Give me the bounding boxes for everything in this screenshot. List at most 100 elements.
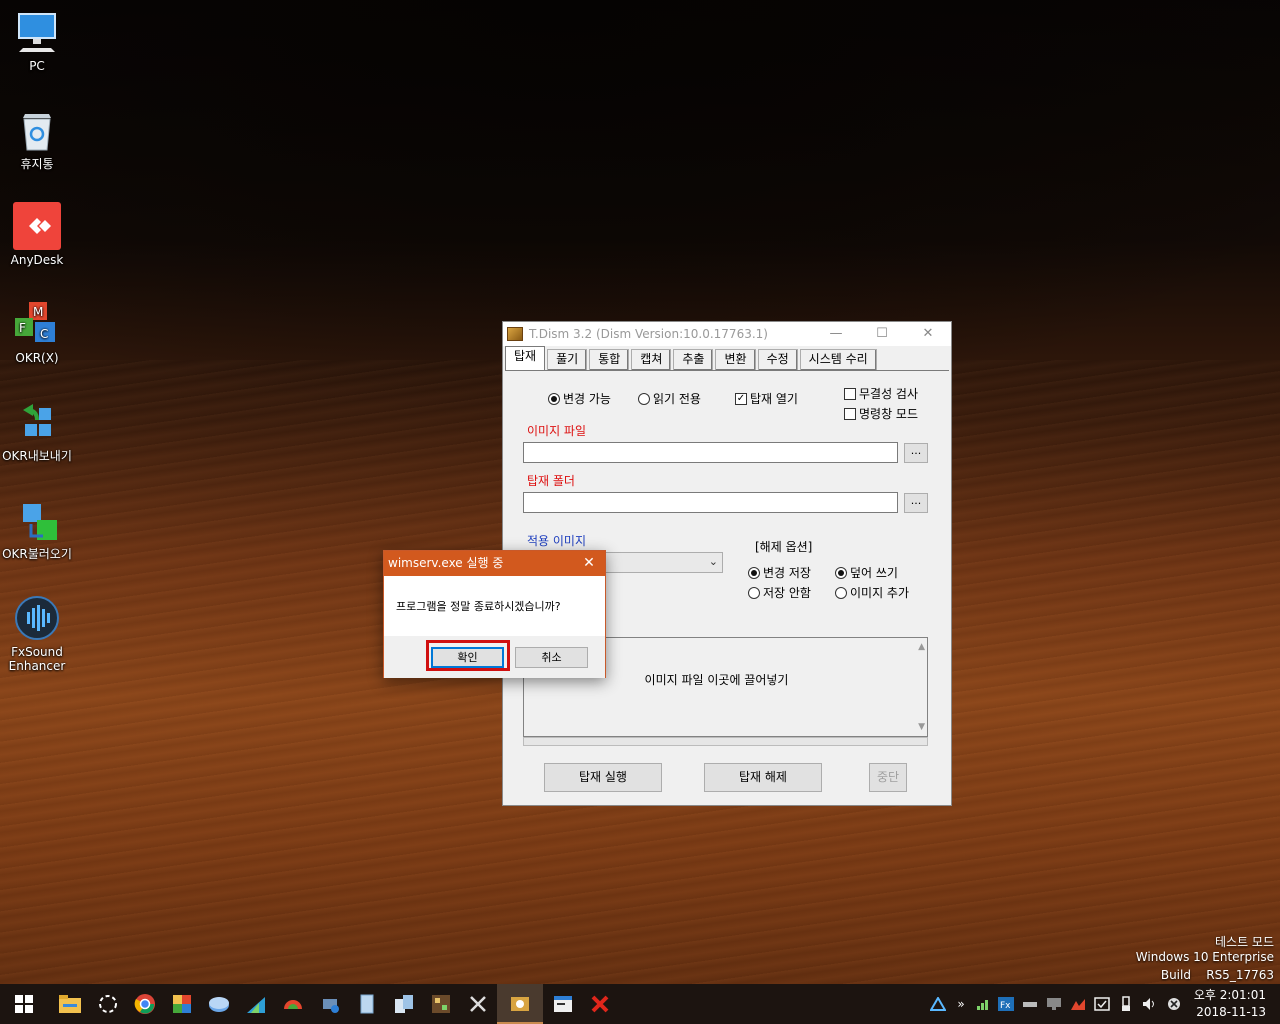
maximize-button[interactable]: ☐ — [859, 322, 905, 346]
gauge-tool-icon[interactable] — [275, 984, 311, 1024]
tab-extract[interactable]: 풀기 — [547, 349, 588, 370]
okr-cube-icon: MFC — [13, 300, 61, 348]
chevron-down-icon: ⌄ — [708, 555, 718, 568]
partition-tool-icon[interactable] — [238, 984, 274, 1024]
recycle-bin-icon — [13, 106, 61, 154]
dialog-message: 프로그램을 정말 종료하시겠습니까? — [396, 600, 561, 613]
desktop-icon-pc[interactable]: PC — [0, 8, 74, 73]
checkbox-indicator — [844, 407, 856, 420]
desktop-icon-anydesk[interactable]: AnyDesk — [0, 202, 74, 267]
capture-tool-icon[interactable] — [90, 984, 126, 1024]
svg-text:F: F — [19, 321, 26, 335]
tray-usb-icon[interactable] — [1116, 984, 1136, 1024]
apply-image-label: 적용 이미지 — [527, 534, 587, 548]
close-all-icon[interactable] — [582, 984, 618, 1024]
tdism-titlebar[interactable]: T.Dism 3.2 (Dism Version:10.0.17763.1) —… — [503, 322, 951, 346]
radio-append-image[interactable]: 이미지 추가 — [835, 584, 909, 601]
disk-tool-icon[interactable] — [201, 984, 237, 1024]
radio-indicator — [748, 566, 760, 579]
chrome-icon[interactable] — [127, 984, 163, 1024]
radio-indicator — [835, 586, 847, 599]
tab-integrate[interactable]: 통합 — [589, 349, 630, 370]
radio-read-only[interactable]: 읽기 전용 — [638, 390, 701, 407]
radio-label: 덮어 쓰기 — [850, 566, 898, 580]
tdism-app-icon — [507, 327, 523, 341]
radio-overwrite[interactable]: 덮어 쓰기 — [835, 564, 898, 581]
file-explorer-icon[interactable] — [52, 984, 88, 1024]
image-file-browse-button[interactable]: ... — [904, 443, 928, 463]
minimize-button[interactable]: — — [813, 322, 859, 346]
desktop-icon-label: FxSound Enhancer — [8, 645, 66, 673]
radio-save-changes[interactable]: 변경 저장 — [748, 564, 811, 581]
okr-export-icon — [13, 398, 61, 446]
mount-folder-label: 탑재 폴더 — [527, 474, 575, 488]
close-button[interactable]: ✕ — [905, 322, 951, 346]
tray-chart-icon[interactable] — [1068, 984, 1088, 1024]
taskbar-clock[interactable]: 오후 2:01:01 2018-11-13 — [1194, 987, 1266, 1021]
dialog-cancel-button[interactable]: 취소 — [515, 647, 588, 668]
dialog-close-icon[interactable]: ✕ — [573, 551, 605, 576]
image-file-input[interactable] — [523, 442, 898, 463]
notepad-tool-icon[interactable] — [349, 984, 385, 1024]
hardware-tool-icon[interactable] — [423, 984, 459, 1024]
tray-overflow-chevron[interactable]: » — [952, 984, 970, 1024]
windows-logo-icon — [15, 995, 33, 1013]
image-file-label: 이미지 파일 — [527, 424, 587, 438]
console-icon[interactable] — [545, 984, 581, 1024]
tdism-taskbar-button[interactable] — [497, 984, 543, 1024]
settings-tool-icon[interactable] — [386, 984, 422, 1024]
checkbox-cmd-mode[interactable]: 명령창 모드 — [844, 405, 918, 422]
desktop-icon-okr-x[interactable]: MFC OKR(X) — [0, 300, 74, 365]
tray-volume-icon[interactable] — [1140, 984, 1160, 1024]
tab-mount[interactable]: 탑재 — [505, 346, 546, 371]
build-watermark: Build RS5_17763 — [1160, 968, 1274, 982]
radio-read-write[interactable]: 변경 가능 — [548, 390, 611, 407]
scroll-up-icon[interactable]: ▲ — [918, 642, 925, 652]
desktop-icon-label: OKR불러오기 — [2, 547, 72, 561]
tab-system-repair[interactable]: 시스템 수리 — [799, 349, 877, 370]
desktop-icon-label: OKR내보내기 — [2, 449, 72, 463]
tray-no-connection-icon[interactable] — [1164, 984, 1184, 1024]
start-button[interactable] — [6, 984, 42, 1024]
window-title: T.Dism 3.2 (Dism Version:10.0.17763.1) — [529, 327, 768, 341]
tab-capture[interactable]: 캡쳐 — [631, 349, 672, 370]
tray-drive-icon[interactable] — [1020, 984, 1040, 1024]
checkbox-open-mount[interactable]: ✓ 탑재 열기 — [735, 390, 798, 407]
network-tool-icon[interactable] — [312, 984, 348, 1024]
dialog-titlebar[interactable]: wimserv.exe 실행 중 ✕ — [384, 551, 605, 576]
svg-text:C: C — [40, 327, 48, 341]
tray-security-icon[interactable] — [1092, 984, 1112, 1024]
checkbox-label: 무결성 검사 — [859, 387, 919, 401]
checkbox-integrity[interactable]: 무결성 검사 — [844, 385, 918, 402]
tools-icon[interactable] — [460, 984, 496, 1024]
computer-icon — [13, 8, 61, 56]
radio-label: 변경 가능 — [563, 392, 611, 406]
desktop-icon-fxsound[interactable]: FxSound Enhancer — [0, 594, 74, 673]
tab-strip: 탑재 풀기 통합 캡쳐 추출 변환 수정 시스템 수리 — [505, 346, 879, 371]
checkbox-label: 탑재 열기 — [750, 392, 798, 406]
stop-button[interactable]: 중단 — [869, 763, 907, 792]
desktop-icon-recycle-bin[interactable]: 휴지통 — [0, 106, 74, 171]
mount-folder-input[interactable] — [523, 492, 898, 513]
tab-modify[interactable]: 수정 — [757, 349, 798, 370]
edition-watermark: Windows 10 Enterprise — [1135, 950, 1274, 964]
tray-triangle-icon[interactable] — [928, 984, 948, 1024]
mount-run-button[interactable]: 탑재 실행 — [544, 763, 662, 792]
checkmark-icon: ✓ — [735, 392, 747, 405]
unmount-button[interactable]: 탑재 해제 — [704, 763, 822, 792]
test-mode-watermark: 테스트 모드 — [1214, 935, 1274, 949]
tray-network-icon[interactable] — [974, 984, 992, 1024]
desktop-icon-okr-export[interactable]: OKR내보내기 — [0, 398, 74, 463]
desktop-icon-okr-import[interactable]: OKR불러오기 — [0, 496, 74, 561]
radio-indicator — [638, 392, 650, 405]
radio-discard-changes[interactable]: 저장 안함 — [748, 584, 811, 601]
tray-fx-icon[interactable]: Fx — [996, 984, 1016, 1024]
tab-convert[interactable]: 변환 — [715, 349, 756, 370]
mount-folder-browse-button[interactable]: ... — [904, 493, 928, 513]
app-tool-icon[interactable] — [164, 984, 200, 1024]
tray-monitor-icon[interactable] — [1044, 984, 1064, 1024]
tab-export[interactable]: 추출 — [673, 349, 714, 370]
radio-label: 변경 저장 — [763, 566, 811, 580]
desktop-icon-label: OKR(X) — [15, 351, 59, 365]
scroll-down-icon[interactable]: ▼ — [918, 722, 925, 732]
